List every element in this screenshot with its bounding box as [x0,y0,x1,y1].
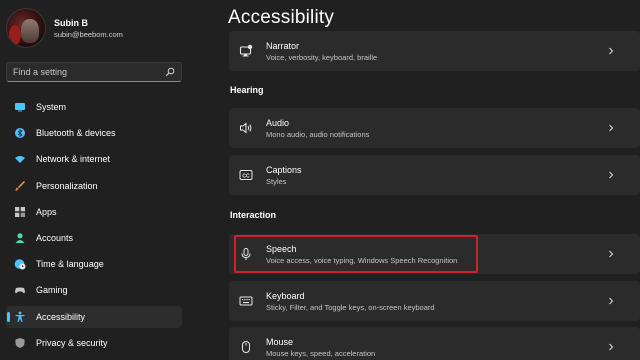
sidebar-item-label: Privacy & security [36,337,108,348]
narrator-card[interactable]: Narrator Voice, verbosity, keyboard, bra… [229,31,640,71]
mouse-card[interactable]: Mouse Mouse keys, speed, acceleration [229,327,640,360]
mouse-icon [239,340,253,354]
speech-subtitle: Voice access, voice typing, Windows Spee… [266,255,458,265]
shield-icon [14,337,26,349]
avatar[interactable] [6,8,46,48]
wifi-icon [14,153,26,165]
sidebar-item-bluetooth[interactable]: Bluetooth & devices [6,122,182,144]
search-box[interactable] [6,62,182,82]
narrator-title: Narrator [266,40,300,51]
chevron-right-icon [609,171,614,179]
captions-subtitle: Styles [266,176,287,186]
sidebar-item-label: Time & language [36,259,104,270]
svg-text:CC: CC [242,173,250,179]
sidebar-item-label: Network & internet [36,154,111,165]
keyboard-title: Keyboard [266,290,305,301]
speech-title: Speech [266,243,297,254]
sidebar-item-gaming[interactable]: Gaming [6,279,182,301]
sidebar-item-label: Accessibility [36,311,86,322]
chevron-right-icon [609,47,614,55]
sidebar-item-network[interactable]: Network & internet [6,148,182,170]
sidebar-item-label: System [36,102,67,112]
sidebar-item-time-language[interactable]: Time & language [6,253,182,275]
captions-title: Captions [266,164,302,175]
chevron-right-icon [609,297,614,305]
sidebar-item-apps[interactable]: Apps [6,201,182,223]
profile-name: Subin B [54,17,88,28]
speech-card[interactable]: Speech Voice access, voice typing, Windo… [229,234,640,274]
sidebar-nav: System Bluetooth & devices Network & int… [6,96,182,358]
apps-icon [14,206,26,218]
speaker-icon [239,121,253,135]
sidebar: Subin B subin@beebom.com System Bluetoot… [0,0,188,360]
mouse-title: Mouse [266,336,294,347]
accessibility-icon [14,311,26,323]
sidebar-item-label: Accounts [36,232,74,243]
section-heading-hearing: Hearing [230,85,264,95]
chevron-right-icon [609,124,614,132]
sidebar-item-privacy-security[interactable]: Privacy & security [6,332,182,354]
narrator-icon [239,44,253,58]
monitor-icon [14,101,26,113]
sidebar-item-system[interactable]: System [6,96,182,118]
captions-card[interactable]: CC Captions Styles [229,155,640,195]
sidebar-item-accounts[interactable]: Accounts [6,227,182,249]
keyboard-icon [239,294,253,308]
chevron-right-icon [609,250,614,258]
sidebar-item-label: Apps [36,206,57,217]
keyboard-card[interactable]: Keyboard Sticky, Filter, and Toggle keys… [229,281,640,321]
search-input[interactable] [13,67,165,77]
sidebar-item-personalization[interactable]: Personalization [6,175,182,197]
page-title: Accessibility [228,7,335,28]
audio-subtitle: Mono audio, audio notifications [266,129,370,139]
profile[interactable]: Subin B subin@beebom.com [6,8,123,48]
main-content: Accessibility Narrator Voice, verbosity,… [188,0,640,360]
sidebar-item-accessibility[interactable]: Accessibility [6,305,182,328]
mouse-subtitle: Mouse keys, speed, acceleration [266,348,376,358]
audio-title: Audio [266,117,290,128]
audio-card[interactable]: Audio Mono audio, audio notifications [229,108,640,148]
brush-icon [14,180,26,192]
captions-icon: CC [239,168,253,182]
sidebar-item-label: Gaming [36,285,68,296]
sidebar-item-label: Bluetooth & devices [36,128,116,139]
microphone-icon [239,247,253,261]
keyboard-subtitle: Sticky, Filter, and Toggle keys, on-scre… [266,302,435,312]
profile-email: subin@beebom.com [54,29,123,39]
chevron-right-icon [609,343,614,351]
section-heading-interaction: Interaction [230,210,277,220]
sidebar-item-label: Personalization [36,180,98,191]
gamepad-icon [14,284,26,296]
search-icon[interactable] [165,67,175,77]
bluetooth-icon [14,127,26,139]
person-icon [14,232,26,244]
narrator-subtitle: Voice, verbosity, keyboard, braille [266,52,378,62]
globe-clock-icon [14,258,26,270]
